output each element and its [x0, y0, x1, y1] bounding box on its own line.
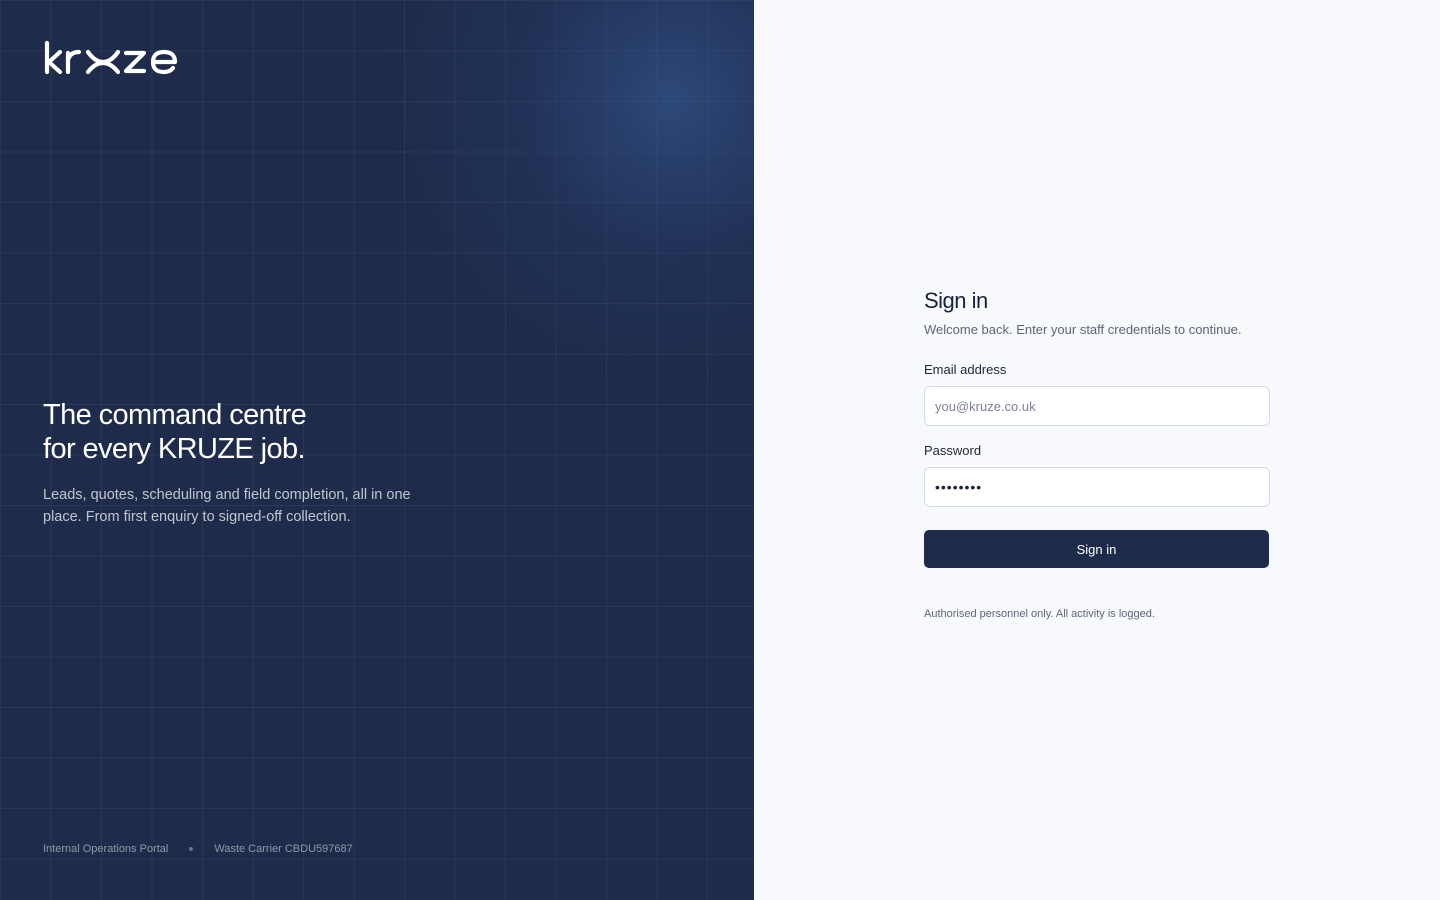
security-notice: Authorised personnel only. All activity …: [924, 608, 1155, 620]
hero-title: The command centre for every KRUZE job.: [43, 398, 463, 466]
password-field[interactable]: [924, 467, 1270, 507]
signin-title: Sign in: [924, 288, 988, 313]
hero-title-line-1: The command centre: [43, 399, 307, 431]
hero: The command centre for every KRUZE job. …: [43, 398, 463, 528]
brand-panel: kruze The command centre for every KRUZE…: [0, 0, 754, 900]
separator-dot: [189, 847, 194, 851]
signin-button[interactable]: Sign in: [924, 530, 1269, 568]
email-label: Email address: [924, 362, 1007, 377]
hero-title-line-2: for every KRUZE job.: [43, 433, 306, 465]
brand-footer: Internal Operations Portal Waste Carrier…: [43, 843, 353, 855]
email-field[interactable]: [924, 386, 1270, 426]
carrier-label: Waste Carrier CBDU597687: [214, 843, 353, 855]
kruze-logo: kruze: [44, 40, 178, 75]
password-label: Password: [924, 443, 982, 458]
signin-form: Sign in Welcome back. Enter your staff c…: [924, 287, 1270, 622]
portal-label: Internal Operations Portal: [43, 843, 169, 855]
signin-subtitle: Welcome back. Enter your staff credentia…: [924, 322, 1242, 337]
signin-panel: Sign in Welcome back. Enter your staff c…: [754, 0, 1440, 900]
hero-subtitle: Leads, quotes, scheduling and field comp…: [43, 487, 411, 525]
